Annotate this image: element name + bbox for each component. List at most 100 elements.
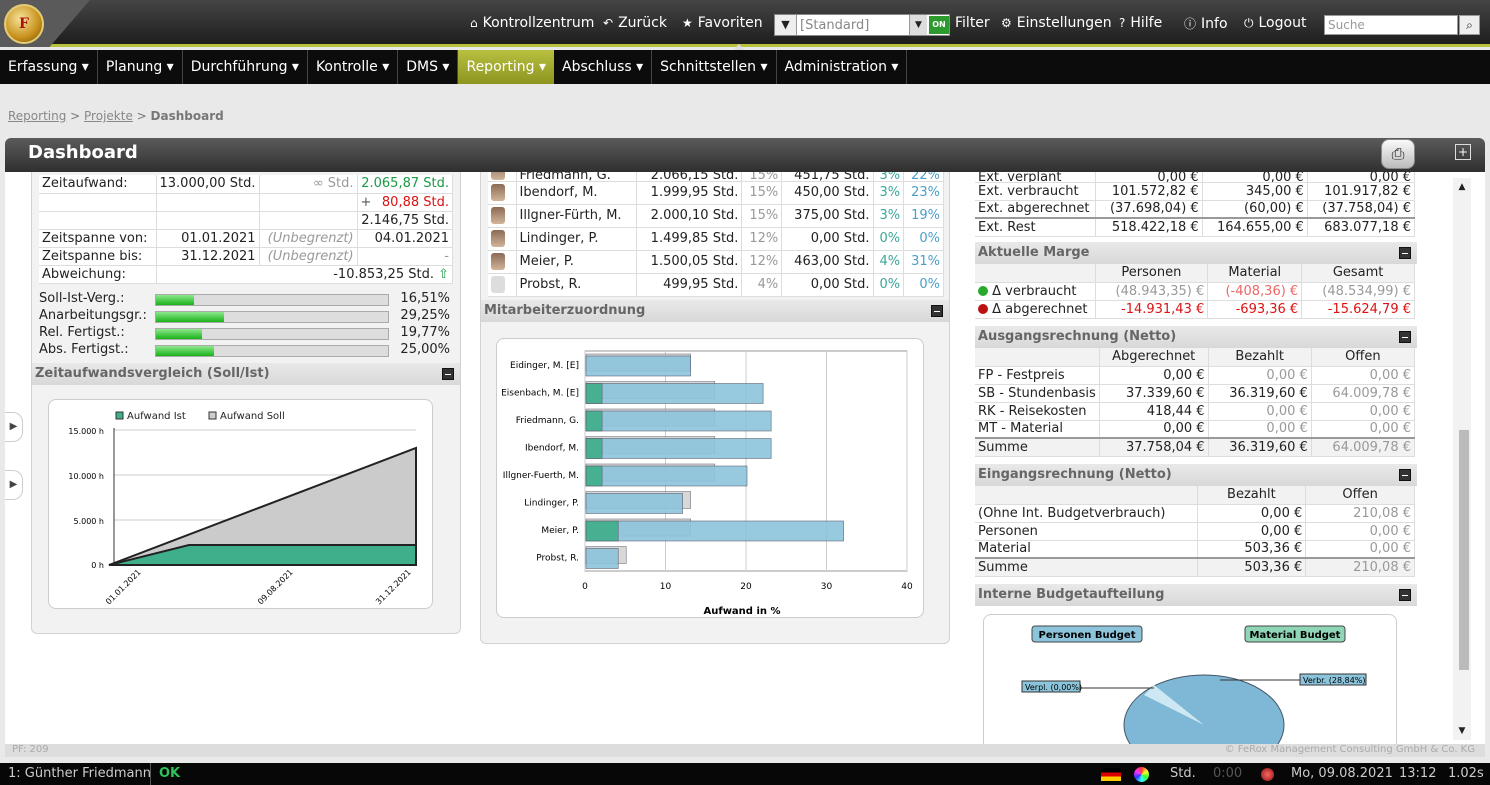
search-icon[interactable]: ⌕ xyxy=(1459,15,1480,35)
marge-title: Aktuelle Marge xyxy=(978,245,1090,260)
home-link[interactable]: ⌂ Kontrollzentrum xyxy=(470,15,594,31)
ausgang-cell: 0,00 € xyxy=(1099,366,1209,385)
expand-icon[interactable]: + xyxy=(1455,144,1471,160)
expand-left-icon[interactable]: ▶ xyxy=(5,412,23,442)
app-logo[interactable]: F xyxy=(4,4,44,44)
category-label: Eidinger, M. [E] xyxy=(510,361,579,371)
minimize-icon[interactable] xyxy=(1399,589,1411,601)
employee-pct: 15% xyxy=(741,204,783,228)
zeitaufwand-ist: 2.065,87 Std. xyxy=(357,175,454,194)
bis-unbegrenzt: (Unbegrenzt) xyxy=(259,247,358,266)
eingang-column-header: Bezahlt xyxy=(1197,486,1307,505)
employee-cost: 463,00 Std. xyxy=(781,250,874,274)
employee-std: 1.499,85 Std. xyxy=(636,227,743,251)
employee-cost: 451,75 Std. xyxy=(781,172,874,182)
scroll-thumb[interactable] xyxy=(1459,430,1469,670)
employee-row[interactable]: Meier, P. 1.500,05 Std. 12% 463,00 Std. 4% 31… xyxy=(488,250,944,274)
employee-row[interactable]: Probst, R. 499,95 Std. 4% 0,00 Std. 0% 0% xyxy=(488,273,944,297)
expand-left-icon-2[interactable]: ▶ xyxy=(5,470,23,500)
ausgang-column-header: Bezahlt xyxy=(1208,348,1312,367)
budget-header: Interne Budgetaufteilung xyxy=(975,584,1417,606)
ausgang-title: Ausgangsrechnung (Netto) xyxy=(978,329,1177,344)
bar xyxy=(585,465,748,487)
status-ok: OK xyxy=(159,766,181,781)
category-label: Lindinger, P. xyxy=(524,499,579,509)
bar xyxy=(585,383,603,404)
menu-item[interactable]: DMS ▾ xyxy=(398,50,459,84)
filter-link[interactable]: Filter xyxy=(955,15,990,31)
menu-item[interactable]: Schnittstellen ▾ xyxy=(652,50,777,84)
bar xyxy=(585,493,683,514)
xtick: 40 xyxy=(901,582,913,592)
settings-link[interactable]: ⚙ Einstellungen xyxy=(1001,15,1112,31)
logout-link[interactable]: ⏻ Logout xyxy=(1244,15,1306,31)
employee-row[interactable]: Lindinger, P. 1.499,85 Std. 12% 0,00 Std. 0%… xyxy=(488,227,944,251)
bar xyxy=(585,438,772,459)
help-link[interactable]: ? Hilfe xyxy=(1119,15,1162,31)
status-bar: 1: Günther Friedmann OK Std. 0:00 Mo, 09… xyxy=(0,763,1490,785)
menu-item[interactable]: Abschluss ▾ xyxy=(554,50,653,84)
eingang-cell: 210,08 € xyxy=(1305,504,1415,523)
zeit-chart-svg: Aufwand Ist Aufwand Soll 15.000 h 10.000… xyxy=(68,411,417,606)
minimize-icon[interactable] xyxy=(931,305,943,317)
xtick: 30 xyxy=(821,582,833,592)
employee-name: Friedmann, G. xyxy=(516,172,638,182)
eingang-cell: (Ohne Int. Budgetverbrauch) xyxy=(975,504,1198,523)
employee-row[interactable]: Illgner-Fürth, M. 2.000,10 Std. 15% 375,00 … xyxy=(488,204,944,228)
info-label: Info xyxy=(1201,15,1228,32)
menu-item[interactable]: Administration ▾ xyxy=(777,50,908,84)
bar xyxy=(585,438,603,459)
menu-item[interactable]: Erfassung ▾ xyxy=(0,50,98,84)
info-icon: ⓘ xyxy=(1184,17,1197,31)
employee-row[interactable]: Ibendorf, M. 1.999,95 Std. 15% 450,00 Std. 3… xyxy=(488,181,944,205)
marge-cell: -693,36 € xyxy=(1207,300,1303,319)
record-icon[interactable] xyxy=(1261,768,1274,781)
menu-item[interactable]: Kontrolle ▾ xyxy=(308,50,399,84)
von-ist: 04.01.2021 xyxy=(357,229,454,248)
time-table: Zeitaufwand: 13.000,00 Std. ∞ Std. 2.065… xyxy=(39,175,454,284)
employee-pct: 4% xyxy=(741,273,783,297)
progress-fill xyxy=(156,346,214,356)
ausgang-sum-cell: Summe xyxy=(975,438,1100,457)
marge-cell: -14.931,43 € xyxy=(1095,300,1209,319)
minimize-icon[interactable] xyxy=(442,368,454,380)
menu-item[interactable]: Reporting ▾ xyxy=(458,50,555,84)
logo-text: F xyxy=(19,16,29,32)
search-input[interactable]: Suche xyxy=(1324,15,1458,35)
employee-row[interactable]: Friedmann, G. 2.066,15 Std. 15% 451,75 Std.… xyxy=(488,172,944,182)
scroll-down-icon[interactable]: ▼ xyxy=(1453,726,1471,736)
minimize-icon[interactable] xyxy=(1399,469,1411,481)
back-link[interactable]: ↶ Zurück xyxy=(603,15,667,31)
marge-cell: (48.534,99) € xyxy=(1301,282,1415,301)
marge-header: Aktuelle Marge xyxy=(975,242,1417,264)
status-date: Mo, 09.08.2021 xyxy=(1291,766,1393,781)
avatar xyxy=(491,253,505,270)
status-user[interactable]: 1: Günther Friedmann xyxy=(8,766,151,781)
menu-item[interactable]: Planung ▾ xyxy=(98,50,183,84)
flag-de-icon[interactable] xyxy=(1101,768,1121,781)
filter-select[interactable]: ▼ [Standard] ▼ ON xyxy=(774,14,950,36)
plus-sign: + xyxy=(360,194,372,210)
filter-on-toggle[interactable]: ON xyxy=(929,16,949,34)
minimize-icon[interactable] xyxy=(1399,331,1411,343)
breadcrumb-projekte[interactable]: Projekte xyxy=(84,109,133,123)
color-wheel-icon[interactable] xyxy=(1134,767,1149,782)
bis-label: Zeitspanne bis: xyxy=(39,247,157,266)
employee-std: 2.066,15 Std. xyxy=(636,172,743,182)
verpl-label: Verpl. (0,00%) xyxy=(1025,683,1082,692)
info-link[interactable]: ⓘ Info xyxy=(1184,15,1228,32)
bar xyxy=(585,383,764,404)
category-label: Eisenbach, M. [E] xyxy=(501,389,579,399)
menu-item[interactable]: Durchführung ▾ xyxy=(183,50,308,84)
chevron-down-icon[interactable]: ▼ xyxy=(909,15,927,35)
breadcrumb-reporting[interactable]: Reporting xyxy=(8,109,66,123)
home-icon: ⌂ xyxy=(470,16,478,30)
eingang-column-header: Offen xyxy=(1305,486,1415,505)
minimize-icon[interactable] xyxy=(1399,247,1411,259)
print-icon[interactable]: ⎙ xyxy=(1381,139,1415,169)
scroll-up-icon[interactable]: ▲ xyxy=(1453,182,1471,192)
filter-label: Filter xyxy=(955,15,990,31)
ausgang-row: SB - Stundenbasis 37.339,60 €36.319,60 €6… xyxy=(975,384,1416,403)
favorites-link[interactable]: ★ Favoriten xyxy=(682,15,763,31)
employee-cost: 0,00 Std. xyxy=(781,227,874,251)
